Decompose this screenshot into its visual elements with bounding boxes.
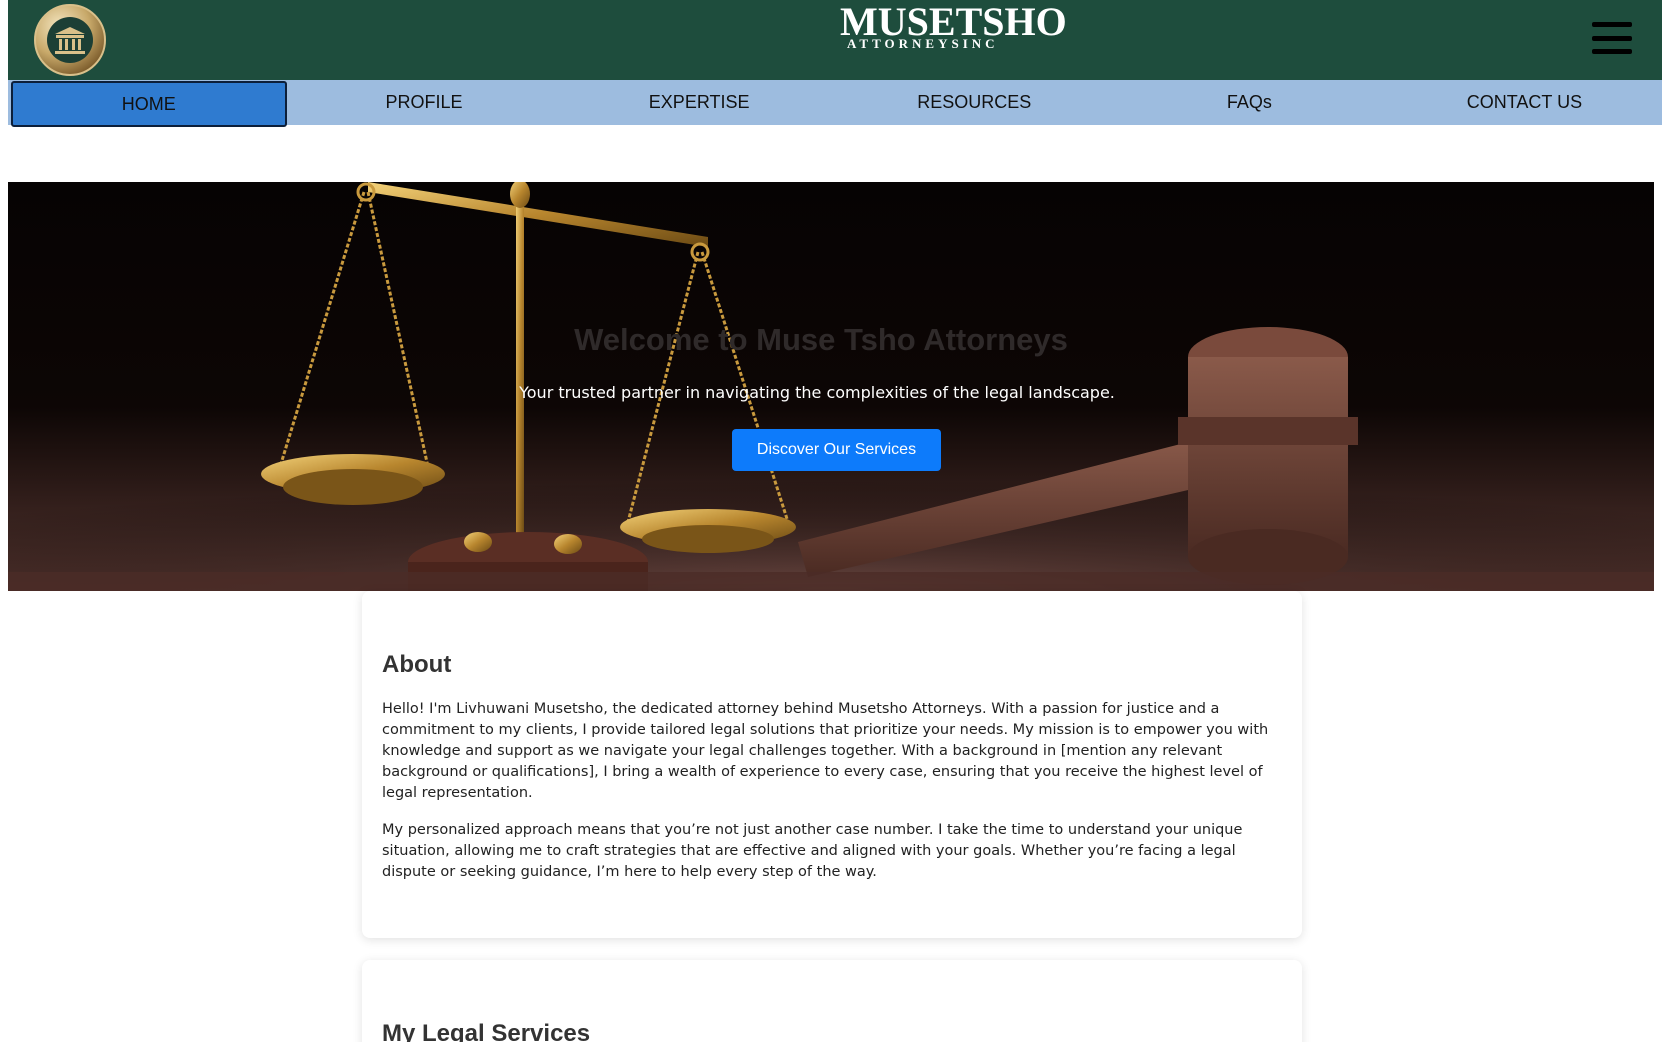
site-header: MUSETSHO ATTORNEYSINC <box>8 0 1662 80</box>
about-body: Hello! I'm Livhuwani Musetsho, the dedic… <box>382 699 1282 899</box>
nav-contact-us[interactable]: CONTACT US <box>1387 80 1662 125</box>
hamburger-bar <box>1592 22 1632 27</box>
hero-banner: Welcome to Muse Tsho Attorneys Your trus… <box>8 182 1654 591</box>
nav-profile[interactable]: PROFILE <box>287 80 562 125</box>
logo[interactable] <box>34 4 106 76</box>
hero-subtitle: Your trusted partner in navigating the c… <box>519 383 1115 402</box>
about-paragraph: My personalized approach means that you’… <box>382 822 1243 880</box>
brand[interactable]: MUSETSHO ATTORNEYSINC <box>840 2 1080 51</box>
nav-home[interactable]: HOME <box>11 81 287 127</box>
nav-faqs[interactable]: FAQs <box>1112 80 1387 125</box>
about-section: About Hello! I'm Livhuwani Musetsho, the… <box>362 591 1302 938</box>
main-nav: HOME PROFILE EXPERTISE RESOURCES FAQs CO… <box>8 80 1662 127</box>
hamburger-menu-icon[interactable] <box>1592 22 1632 54</box>
services-heading: My Legal Services <box>382 1020 591 1042</box>
courthouse-icon <box>47 17 93 63</box>
hamburger-bar <box>1592 35 1632 41</box>
services-section: My Legal Services <box>362 960 1302 1042</box>
nav-resources[interactable]: RESOURCES <box>837 80 1112 125</box>
hamburger-bar <box>1592 49 1632 54</box>
discover-services-button[interactable]: Discover Our Services <box>732 429 941 471</box>
nav-expertise[interactable]: EXPERTISE <box>562 80 837 125</box>
about-paragraph: Hello! I'm Livhuwani Musetsho, the dedic… <box>382 701 1269 801</box>
hero-title: Welcome to Muse Tsho Attorneys <box>574 322 1068 357</box>
about-heading: About <box>382 651 452 678</box>
